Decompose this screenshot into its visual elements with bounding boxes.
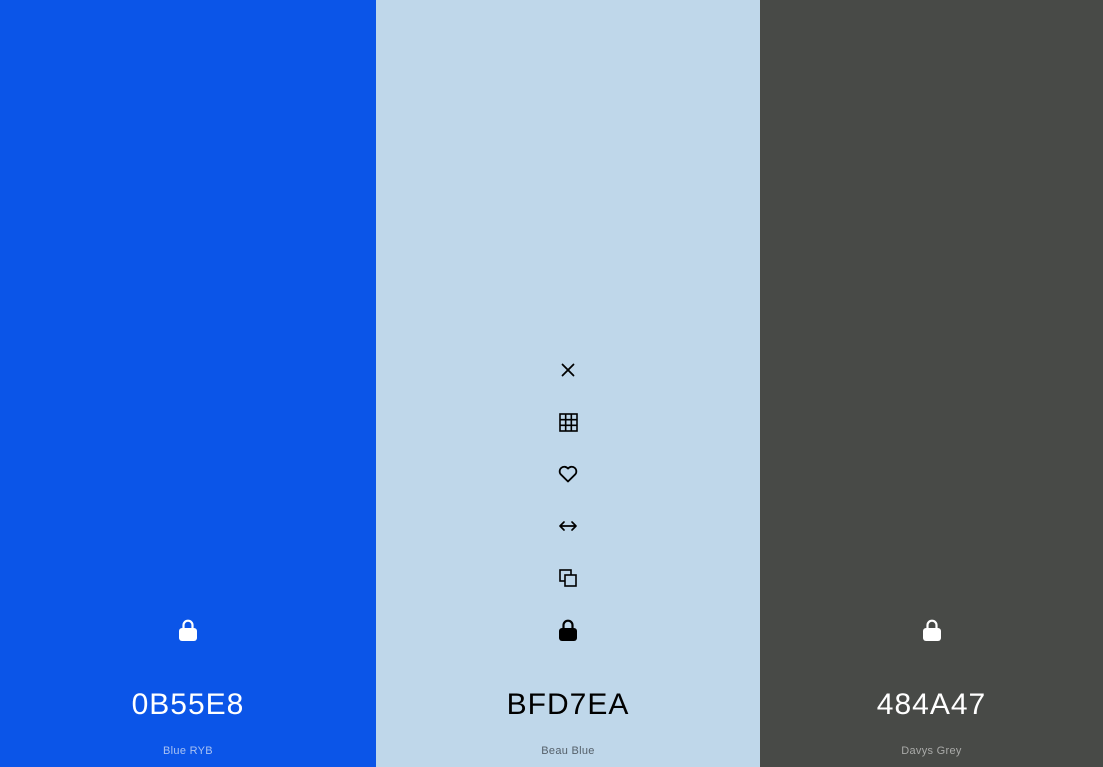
copy-hex-button[interactable] [550,560,586,596]
drag-arrows-icon [559,521,577,531]
hex-code[interactable]: 0B55E8 [0,684,376,726]
lock-button[interactable] [170,612,206,648]
color-swatch-3[interactable]: 484A47 Davys Grey [760,0,1103,767]
color-name: Beau Blue [541,745,595,757]
hex-code[interactable]: BFD7EA [376,684,760,726]
lock-icon [179,619,197,641]
shades-grid-icon [558,412,578,432]
save-color-button[interactable] [550,456,586,492]
lock-button[interactable] [914,612,950,648]
lock-icon [559,619,577,641]
view-shades-button[interactable] [550,404,586,440]
hex-code[interactable]: 484A47 [760,684,1103,726]
color-name: Davys Grey [901,745,962,757]
copy-icon [559,569,577,587]
swatch-toolbar [376,352,760,612]
lock-button[interactable] [550,612,586,648]
heart-icon [558,465,578,483]
palette: 0B55E8 Blue RYB BFD7EA Beau Blue 484A47 … [0,0,1103,767]
close-icon [561,363,575,377]
color-swatch-2[interactable]: BFD7EA Beau Blue [376,0,760,767]
color-name: Blue RYB [163,745,213,757]
drag-button[interactable] [550,508,586,544]
remove-color-button[interactable] [550,352,586,388]
color-swatch-1[interactable]: 0B55E8 Blue RYB [0,0,376,767]
lock-icon [922,619,941,641]
